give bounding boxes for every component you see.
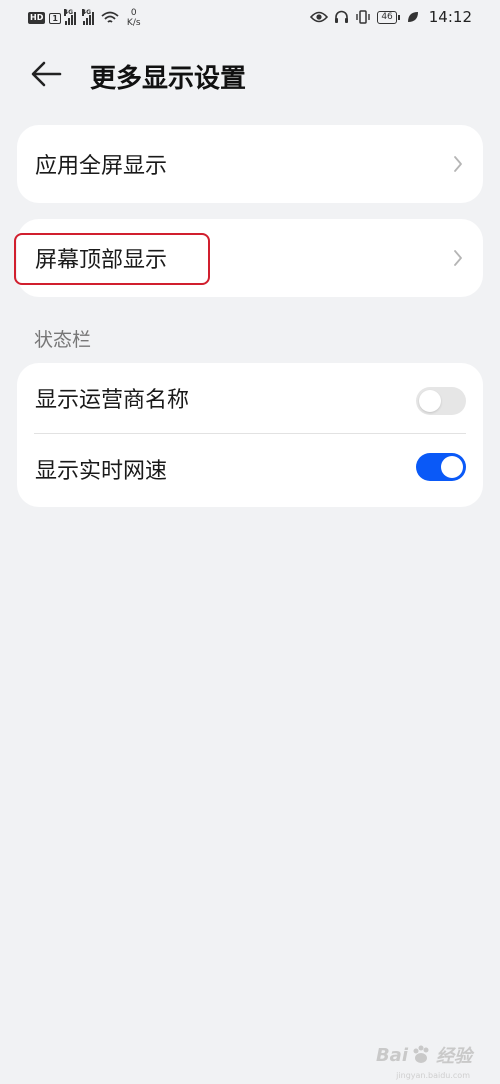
signal-tag-sim2: 4G — [81, 8, 92, 16]
carrier-name-label: 显示运营商名称 — [35, 388, 190, 413]
net-speed-item[interactable]: 显示实时网速 — [17, 433, 483, 505]
status-bar: HD 1 4G 4G 0 K/s 46 14:12 — [0, 0, 500, 36]
chevron-right-icon — [454, 156, 462, 172]
back-button[interactable] — [26, 54, 66, 94]
watermark-brand-suffix: 经验 — [436, 1046, 472, 1067]
carrier-name-item[interactable]: 显示运营商名称 — [17, 363, 483, 433]
arrow-left-icon — [31, 61, 62, 87]
net-speed-value: 0 — [130, 8, 137, 18]
signal-icon-sim1: 4G — [63, 8, 76, 25]
net-speed-unit: K/s — [126, 18, 141, 28]
toggle-knob — [441, 456, 463, 478]
fullscreen-display-label: 应用全屏显示 — [35, 154, 168, 179]
hd-badge: HD — [28, 12, 46, 24]
signal-icon-sim2: 4G — [81, 8, 94, 25]
fullscreen-card: 应用全屏显示 — [17, 125, 483, 203]
headphones-icon — [335, 10, 349, 23]
paw-icon — [413, 1045, 429, 1063]
signal-tag-sim1: 4G — [63, 8, 74, 16]
battery-icon: 46 — [377, 10, 401, 24]
net-speed-label: 显示实时网速 — [35, 459, 168, 484]
watermark-brand-prefix: Bai — [375, 1044, 408, 1066]
net-speed-toggle[interactable] — [416, 453, 466, 481]
status-bar-right: 46 14:12 — [310, 8, 472, 26]
eye-icon — [310, 11, 329, 23]
highlight-box — [14, 233, 210, 285]
net-speed-indicator: 0 K/s — [127, 8, 141, 28]
status-bar-left: HD 1 4G 4G 0 K/s — [28, 8, 141, 28]
watermark-logo: Bai 经验 — [376, 1042, 472, 1068]
sim-number: 1 — [49, 12, 61, 24]
wifi-icon — [101, 11, 119, 23]
chevron-right-icon — [454, 250, 462, 266]
status-bar-section-label: 状态栏 — [34, 329, 92, 351]
toggle-knob — [419, 390, 441, 412]
clock-time: 14:12 — [428, 8, 472, 26]
page-header: 更多显示设置 — [0, 50, 500, 100]
status-bar-card: 显示运营商名称 显示实时网速 — [17, 363, 483, 507]
vibrate-icon — [356, 10, 371, 24]
carrier-name-toggle[interactable] — [416, 387, 466, 415]
fullscreen-display-item[interactable]: 应用全屏显示 — [17, 125, 483, 203]
leaf-icon — [407, 12, 418, 22]
watermark-url: jingyan.baidu.com — [396, 1071, 470, 1080]
page-title: 更多显示设置 — [90, 64, 247, 94]
